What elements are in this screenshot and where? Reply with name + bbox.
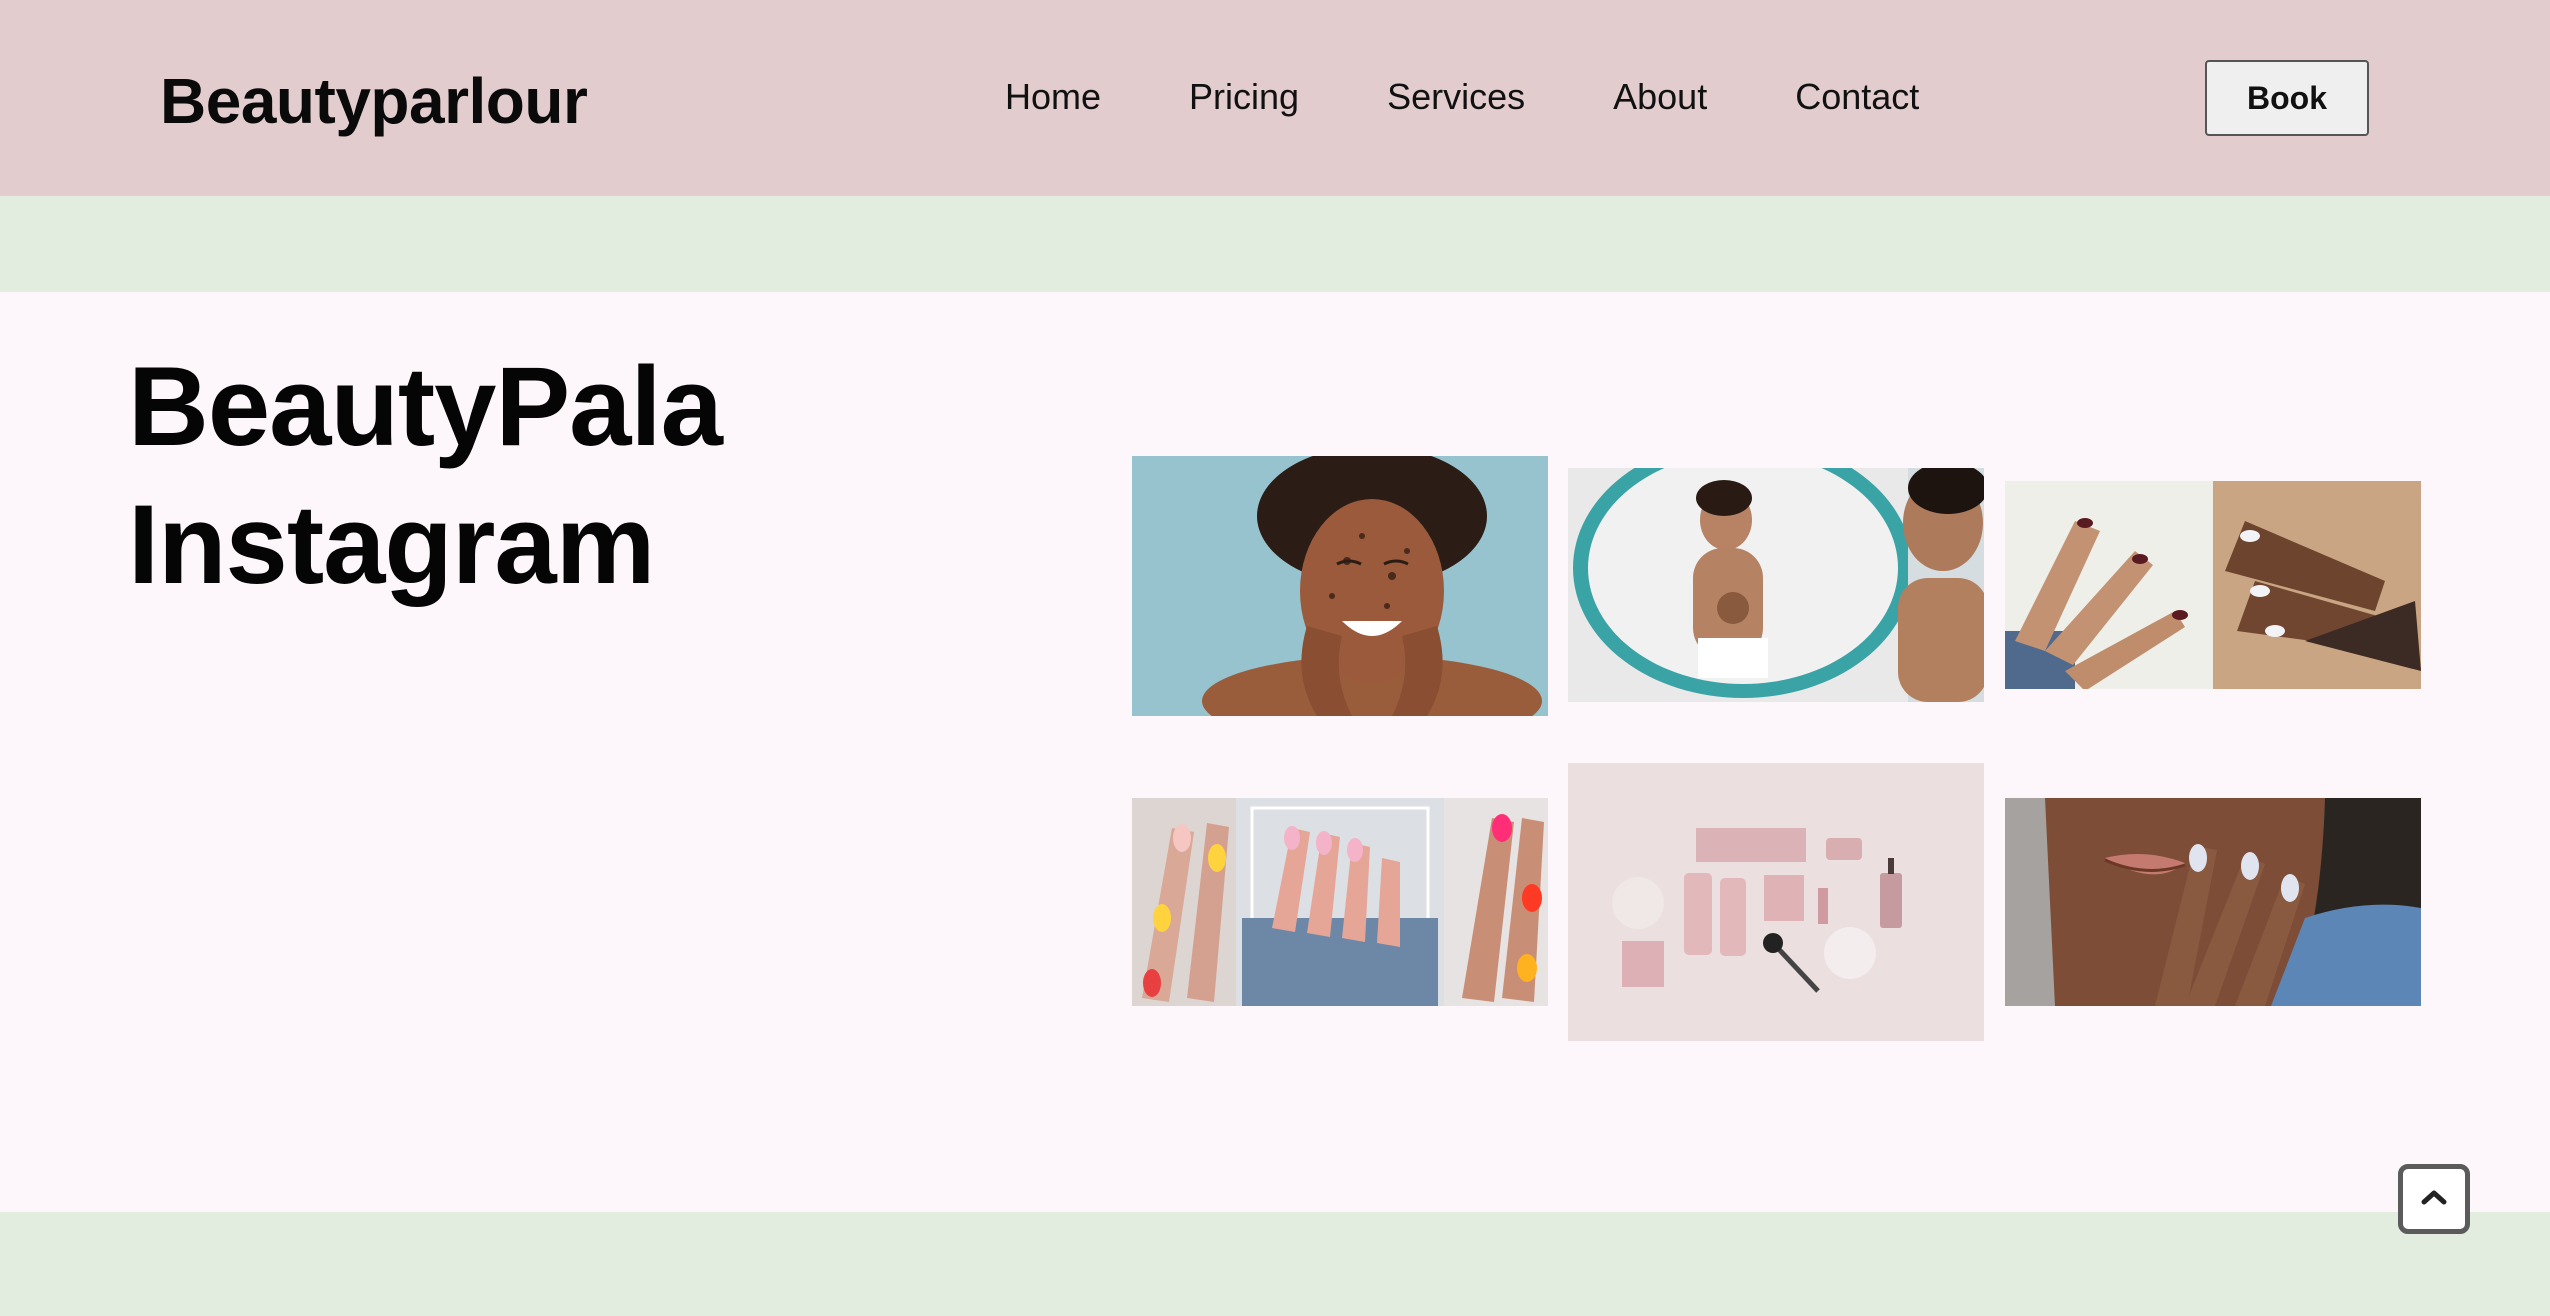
chevron-up-icon <box>2421 1189 2447 1210</box>
instagram-title-line2: Instagram <box>128 482 655 607</box>
nav-contact-link[interactable]: Contact <box>1795 76 1919 118</box>
pink-cosmetics-flatlay-photo[interactable] <box>1568 763 1984 1041</box>
nav-pricing-link[interactable]: Pricing <box>1189 76 1299 118</box>
woman-face-scrub-photo[interactable] <box>1132 456 1548 716</box>
woman-mirror-scrub-photo[interactable] <box>1568 468 1984 702</box>
instagram-title-line1: BeautyPala <box>128 344 723 469</box>
site-logo[interactable]: Beautyparlour <box>160 64 588 138</box>
site-header: Beautyparlour Home Pricing Services Abou… <box>0 0 2550 196</box>
bottom-divider-band <box>0 1212 2550 1316</box>
colorful-nail-art-photo[interactable] <box>1132 798 1548 1006</box>
manicure-hands-photo[interactable] <box>2005 481 2421 689</box>
nav-about-link[interactable]: About <box>1613 76 1707 118</box>
book-button[interactable]: Book <box>2205 60 2369 136</box>
woman-white-nails-face-photo[interactable] <box>2005 798 2421 1006</box>
main-nav: Home Pricing Services About Contact <box>1005 76 1919 118</box>
instagram-title: BeautyPala Instagram <box>128 338 723 614</box>
nav-home-link[interactable]: Home <box>1005 76 1101 118</box>
top-divider-band <box>0 196 2550 292</box>
scroll-to-top-button[interactable] <box>2398 1164 2470 1234</box>
nav-services-link[interactable]: Services <box>1387 76 1525 118</box>
